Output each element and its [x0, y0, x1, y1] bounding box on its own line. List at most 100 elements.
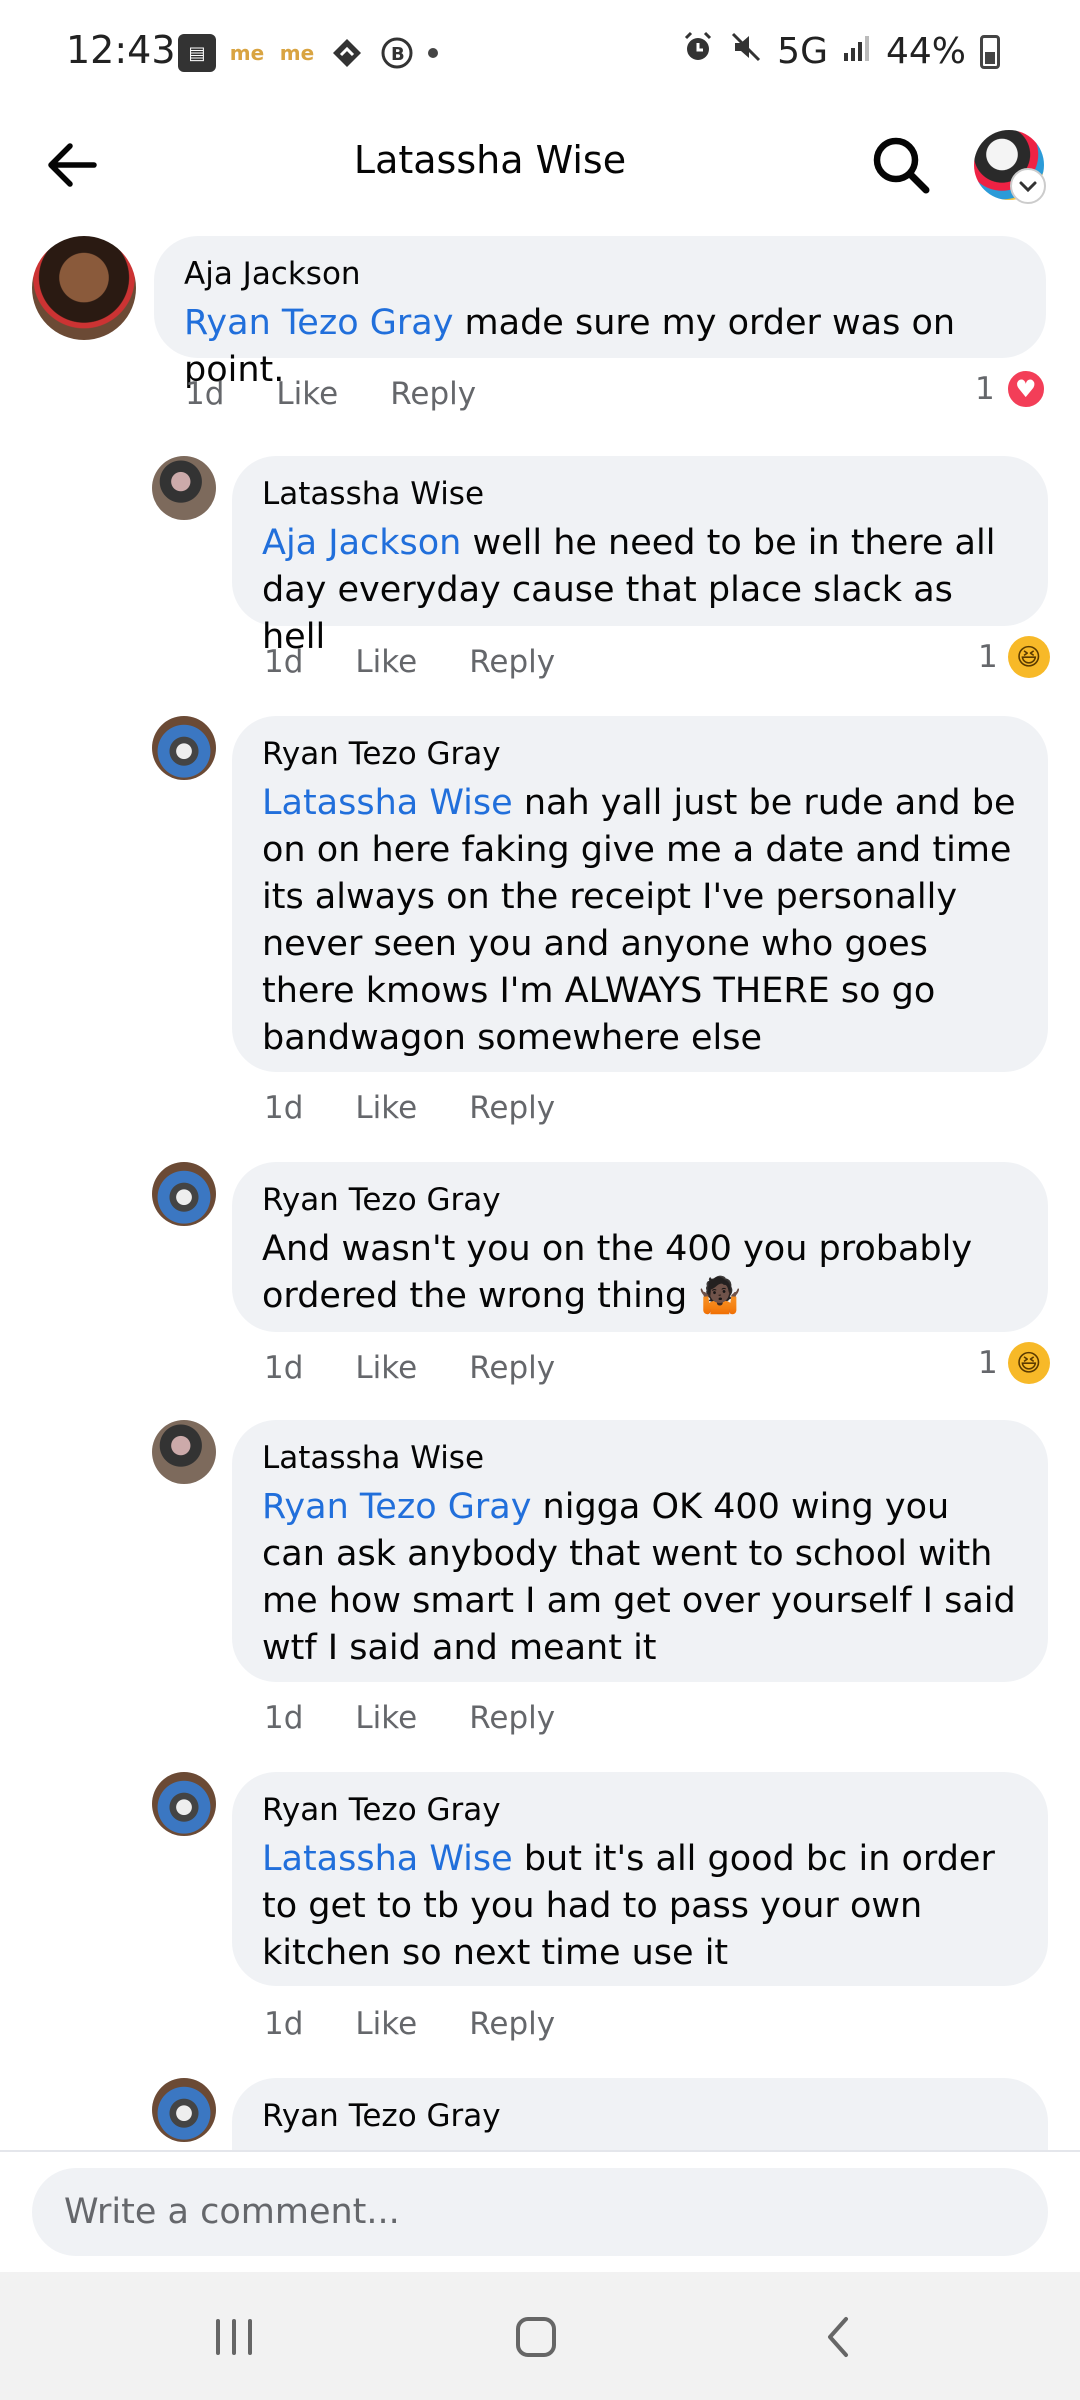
comment-author[interactable]: Ryan Tezo Gray	[262, 2096, 1018, 2136]
comment-time: 1d	[264, 1090, 304, 1126]
mention-link[interactable]: Aja Jackson	[262, 523, 461, 563]
recent-apps-button[interactable]	[194, 2302, 274, 2372]
system-navigation-bar	[0, 2272, 1080, 2400]
reply-button[interactable]: Reply	[469, 1350, 555, 1386]
reaction-count: 1	[975, 371, 995, 407]
status-bar: 12:43 ▤ me me B 5G 44%	[0, 0, 1080, 110]
comment-bubble[interactable]: Ryan Tezo Gray	[232, 2078, 1048, 2150]
avatar[interactable]	[152, 1420, 216, 1484]
haha-reaction-icon: 😆	[1007, 1342, 1050, 1384]
comment-author[interactable]: Latassha Wise	[262, 474, 1018, 514]
comment-bubble[interactable]: Aja Jackson Ryan Tezo Gray made sure my …	[154, 236, 1046, 390]
heart-reaction-icon: ♥	[1004, 368, 1047, 410]
reply-button[interactable]: Reply	[469, 644, 555, 680]
comment-author[interactable]: Ryan Tezo Gray	[262, 1790, 1018, 1830]
comment-time: 1d	[185, 376, 225, 412]
reply-button[interactable]: Reply	[390, 376, 476, 412]
nav-back-icon	[828, 2317, 848, 2357]
alarm-icon	[681, 30, 715, 73]
chevron-down-icon	[1019, 181, 1037, 193]
account-switch-button[interactable]	[1010, 168, 1046, 204]
network-type: 5G	[777, 31, 828, 72]
comment-actions: 1d Like Reply	[264, 1700, 607, 1736]
me-app-icon-2: me	[279, 41, 315, 65]
nav-back-button[interactable]	[800, 2302, 880, 2372]
reaction-summary[interactable]: 1 😆	[978, 636, 1050, 678]
comment: Ryan Tezo Gray And wasn't you on the 400…	[0, 1162, 1080, 1412]
comment-time: 1d	[264, 1700, 304, 1736]
comment-actions: 1d Like Reply	[264, 1350, 607, 1386]
avatar[interactable]	[32, 236, 136, 340]
like-button[interactable]: Like	[276, 376, 338, 412]
header: Latassha Wise	[0, 110, 1080, 230]
comment-bubble[interactable]: Ryan Tezo Gray Latassha Wise but it's al…	[232, 1772, 1048, 1986]
notification-icons: ▤ me me B	[178, 34, 438, 72]
like-button[interactable]: Like	[355, 1350, 417, 1386]
comment-author[interactable]: Ryan Tezo Gray	[262, 734, 1018, 774]
like-button[interactable]: Like	[355, 1700, 417, 1736]
comment-author[interactable]: Ryan Tezo Gray	[262, 1180, 1018, 1220]
haha-reaction-icon: 😆	[1007, 636, 1050, 678]
svg-text:B: B	[391, 44, 405, 65]
comment-list: Aja Jackson Ryan Tezo Gray made sure my …	[0, 230, 1080, 2150]
comment-actions: 1d Like Reply	[185, 376, 528, 412]
comment: Aja Jackson Ryan Tezo Gray made sure my …	[0, 230, 1080, 430]
signal-icon	[842, 31, 872, 72]
comment-input[interactable]: Write a comment...	[32, 2168, 1048, 2256]
like-button[interactable]: Like	[355, 1090, 417, 1126]
page-title: Latassha Wise	[353, 138, 627, 182]
comment: Latassha Wise Aja Jackson well he need t…	[0, 456, 1080, 706]
comment: Latassha Wise Ryan Tezo Gray nigga OK 40…	[0, 1420, 1080, 1760]
message-notification-icon: ▤	[178, 34, 216, 72]
avatar[interactable]	[152, 1162, 216, 1226]
search-button[interactable]	[866, 130, 936, 200]
system-status: 5G 44%	[681, 30, 1000, 73]
recent-apps-icon	[216, 2319, 252, 2355]
me-app-icon: me	[229, 41, 265, 65]
comment-author[interactable]: Latassha Wise	[262, 1438, 1018, 1478]
search-icon	[873, 137, 930, 194]
avatar[interactable]	[152, 716, 216, 780]
home-button[interactable]	[496, 2302, 576, 2372]
like-button[interactable]: Like	[355, 644, 417, 680]
comment-text: Aja Jackson well he need to be in there …	[262, 523, 996, 657]
comment-bubble[interactable]: Ryan Tezo Gray And wasn't you on the 400…	[232, 1162, 1048, 1332]
comment-actions: 1d Like Reply	[264, 2006, 607, 2042]
comment-bubble[interactable]: Latassha Wise Aja Jackson well he need t…	[232, 456, 1048, 657]
mention-link[interactable]: Ryan Tezo Gray	[184, 303, 453, 343]
reaction-count: 1	[978, 639, 998, 675]
reply-button[interactable]: Reply	[469, 1700, 555, 1736]
mention-link[interactable]: Latassha Wise	[262, 783, 513, 823]
comment-composer: Write a comment...	[0, 2150, 1080, 2272]
comment-time: 1d	[264, 2006, 304, 2042]
mention-link[interactable]: Latassha Wise	[262, 1839, 513, 1879]
comment-text: And wasn't you on the 400 you probably o…	[262, 1229, 973, 1316]
comment-time: 1d	[264, 644, 304, 680]
avatar[interactable]	[152, 1772, 216, 1836]
comment-bubble[interactable]: Ryan Tezo Gray Latassha Wise nah yall ju…	[232, 716, 1048, 1072]
comment-text: Ryan Tezo Gray nigga OK 400 wing you can…	[262, 1487, 1016, 1668]
comment-time: 1d	[264, 1350, 304, 1386]
reaction-count: 1	[978, 1345, 998, 1381]
shield-icon	[328, 34, 366, 72]
comment-author[interactable]: Aja Jackson	[184, 254, 1016, 294]
comment-text: Latassha Wise nah yall just be rude and …	[262, 783, 1016, 1058]
status-time: 12:43	[66, 28, 176, 72]
reply-button[interactable]: Reply	[469, 1090, 555, 1126]
mention-link[interactable]: Ryan Tezo Gray	[262, 1487, 531, 1527]
avatar[interactable]	[152, 2078, 216, 2142]
reply-button[interactable]: Reply	[469, 2006, 555, 2042]
avatar[interactable]	[152, 456, 216, 520]
comment-actions: 1d Like Reply	[264, 644, 607, 680]
comment: Ryan Tezo Gray	[0, 2078, 1080, 2150]
like-button[interactable]: Like	[355, 2006, 417, 2042]
comment: Ryan Tezo Gray Latassha Wise but it's al…	[0, 1772, 1080, 2072]
home-icon	[516, 2317, 556, 2357]
comment-bubble[interactable]: Latassha Wise Ryan Tezo Gray nigga OK 40…	[232, 1420, 1048, 1682]
reaction-summary[interactable]: 1 ♥	[975, 368, 1047, 410]
comment-actions: 1d Like Reply	[264, 1090, 607, 1126]
battery-percent: 44%	[885, 31, 966, 72]
reaction-summary[interactable]: 1 😆	[978, 1342, 1050, 1384]
b-badge-icon: B	[378, 34, 416, 72]
battery-icon	[980, 34, 1000, 69]
